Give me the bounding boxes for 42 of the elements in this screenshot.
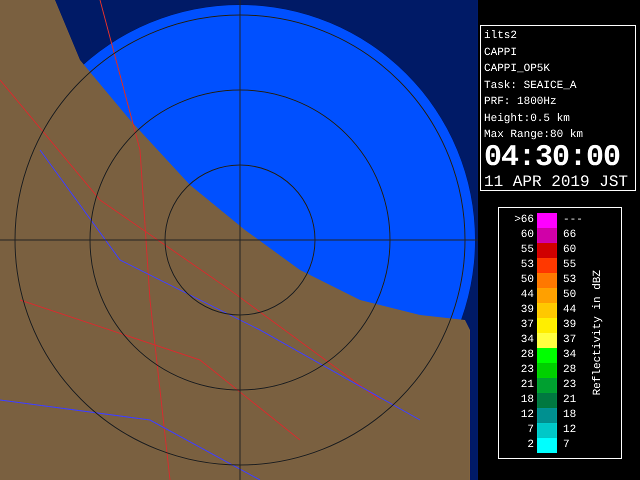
legend-value: 39 <box>520 303 535 318</box>
legend-value: 60 <box>520 228 535 244</box>
legend-value: 37 <box>562 333 578 348</box>
legend-value: 39 <box>562 318 578 334</box>
time-text: 04:30:00 <box>484 144 622 172</box>
info-line: Task: SEAICE_A <box>484 78 578 94</box>
legend-value: 12 <box>562 423 578 438</box>
info-line: Max Range:80 km <box>484 128 584 143</box>
legend-value: 50 <box>562 288 578 304</box>
legend-value: 2 <box>526 438 535 454</box>
info-line: CAPPI <box>484 46 518 60</box>
legend-value: 21 <box>520 378 535 394</box>
legend-value: 44 <box>520 288 535 304</box>
date-text: 11 APR 2019 JST <box>484 172 628 192</box>
legend-value: 28 <box>562 363 578 378</box>
legend-value: 44 <box>562 303 578 318</box>
legend-value: 34 <box>562 348 578 364</box>
legend-value: 23 <box>520 363 535 378</box>
legend-title: Reflectivity in dBZ <box>591 270 605 396</box>
legend-value: 34 <box>520 333 535 348</box>
legend-value: 53 <box>562 273 578 288</box>
legend-value: 60 <box>562 243 578 258</box>
legend-value: >66 <box>513 213 535 228</box>
legend-value: 18 <box>562 408 578 424</box>
info-line: PRF: 1800Hz <box>484 95 558 110</box>
info-line: CAPPI_OP5K <box>484 62 552 77</box>
legend-value: 55 <box>562 258 578 274</box>
legend-value: --- <box>562 213 584 228</box>
legend-value: 37 <box>520 318 535 334</box>
legend-value: 7 <box>562 438 571 454</box>
legend-value: 23 <box>562 378 578 394</box>
legend-value: 66 <box>562 228 578 244</box>
info-line: ilts2 <box>484 29 518 44</box>
legend-value: 18 <box>520 393 535 408</box>
info-line: Height:0.5 km <box>484 112 571 126</box>
legend-value: 50 <box>520 273 535 288</box>
legend-value: 28 <box>520 348 535 364</box>
legend-value: 12 <box>520 408 535 424</box>
legend-value: 21 <box>562 393 578 408</box>
legend-value: 55 <box>520 243 535 258</box>
legend-value: 53 <box>520 258 535 274</box>
legend-value: 7 <box>526 423 535 438</box>
